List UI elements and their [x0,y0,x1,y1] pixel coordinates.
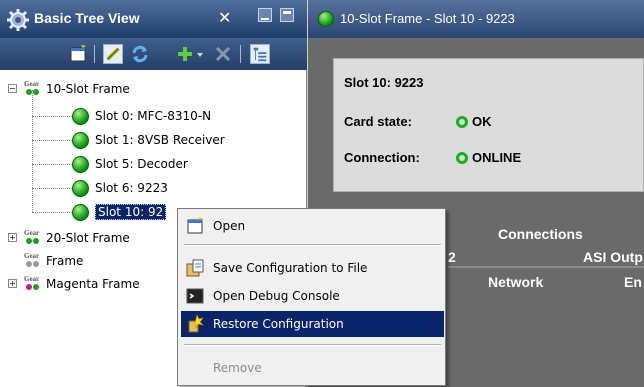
tree-connector [32,188,72,189]
connection-row: Connection: ONLINE [344,150,521,165]
add-icon[interactable] [175,44,195,64]
tree-node-label: Frame [46,254,84,268]
tree-connector [32,116,72,117]
card-state-label: Card state: [344,114,412,129]
expand-icon[interactable]: + [8,279,17,288]
minimize-icon[interactable] [258,8,272,22]
menu-separator [184,244,441,246]
status-green-icon [72,131,89,149]
status-green-icon [72,107,89,125]
status-green-icon [72,179,89,197]
expand-icon[interactable]: + [8,233,17,242]
delete-icon[interactable] [213,44,233,64]
menu-item-label: Save Configuration to File [213,261,368,275]
gear-frame-icon: Gear [24,80,42,97]
menu-item-label: Restore Configuration [213,317,344,331]
tab-divider [448,266,644,268]
gear-frame-icon: Gear [24,252,42,269]
status-green-icon [72,203,89,221]
card-info-box: Slot 10: 9223 Card state: OK Connection:… [333,58,644,192]
status-green-icon [72,155,89,173]
tree-node-label: Slot 1: 8VSB Receiver [95,133,225,147]
tree-node-slot[interactable]: Slot 1: 8VSB Receiver [72,129,225,151]
menu-separator [184,344,441,346]
menu-item-label: Open [213,219,246,233]
device-detail-title: 10-Slot Frame - Slot 10 - 9223 [340,11,515,26]
tree-connector [32,212,72,213]
card-state-row: Card state: OK [344,114,492,129]
console-icon [186,288,204,304]
tree-view-title-bar: Basic Tree View ✕ [0,0,307,38]
tree-node-label: Slot 6: 9223 [95,181,168,195]
tree-view-icon[interactable] [250,44,270,64]
menu-icon-placeholder [185,358,205,378]
collapse-icon[interactable]: − [8,84,17,93]
tree-node-slot-selected[interactable]: Slot 10: 92 [72,201,167,223]
menu-item-remove[interactable]: Remove [181,355,444,381]
status-green-icon [318,11,334,27]
toolbar-separator [94,45,95,63]
gear-frame-icon: Gear [24,275,42,292]
tab-connections[interactable]: Connections [498,226,583,242]
menu-item-save-configuration[interactable]: Save Configuration to File [181,255,444,281]
context-menu: Open Save Configuration to File Open Deb… [177,208,446,386]
maximize-icon[interactable] [280,8,294,22]
tree-node-slot[interactable]: Slot 5: Decoder [72,153,188,175]
menu-item-open-debug-console[interactable]: Open Debug Console [181,283,444,309]
tree-connector [32,90,33,212]
tab-en[interactable]: En [624,274,642,290]
edit-icon[interactable] [103,44,123,64]
open-icon [187,217,203,234]
slot-heading: Slot 10: 9223 [344,75,424,90]
toolbar-separator [240,45,241,63]
gear-frame-icon: Gear [24,229,42,246]
card-state-value: OK [472,114,492,129]
tree-node-slot[interactable]: Slot 6: 9223 [72,177,168,199]
tree-node-label: Slot 10: 92 [95,204,167,220]
tree-node-label: Slot 0: MFC-8310-N [95,109,212,123]
refresh-icon[interactable] [130,44,150,64]
tree-node-label: 10-Slot Frame [46,82,130,96]
tree-toolbar [0,38,307,70]
gear-icon [7,9,29,31]
tree-connector [32,140,72,141]
device-detail-title-bar: 10-Slot Frame - Slot 10 - 9223 [308,0,644,38]
tree-node-label: Magenta Frame [46,277,140,291]
menu-item-restore-configuration[interactable]: Restore Configuration [181,311,444,337]
status-ok-icon [456,115,468,128]
tree-node-label: Slot 5: Decoder [95,157,188,171]
close-icon[interactable]: ✕ [218,8,231,27]
connection-value: ONLINE [472,150,522,165]
tree-connector [32,164,72,165]
restore-icon [188,314,204,333]
new-icon[interactable] [68,44,88,64]
tree-view-title: Basic Tree View [34,10,140,26]
status-online-icon [456,151,468,164]
menu-item-open[interactable]: Open [181,213,444,239]
tree-node-label: 20-Slot Frame [46,231,130,245]
menu-item-label: Open Debug Console [213,289,340,303]
tab-network[interactable]: Network [488,274,543,290]
tab-2[interactable]: 2 [448,249,456,265]
tab-asi-output[interactable]: ASI Outp [583,249,643,265]
connection-label: Connection: [344,150,420,165]
tree-node-slot[interactable]: Slot 0: MFC-8310-N [72,105,211,127]
save-config-icon [186,259,204,277]
menu-item-label: Remove [213,361,262,375]
dropdown-icon[interactable] [195,44,205,64]
